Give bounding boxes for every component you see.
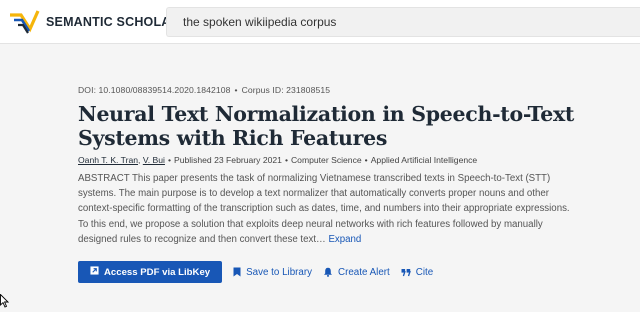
- abstract-text: ABSTRACT This paper presents the task of…: [78, 173, 570, 245]
- corpus-id: Corpus ID: 231808515: [241, 85, 331, 95]
- cite-button[interactable]: Cite: [401, 267, 433, 278]
- create-alert-button[interactable]: Create Alert: [323, 267, 390, 278]
- cite-label: Cite: [415, 266, 434, 278]
- paper-identifiers: DOI: 10.1080/08839514.2020.1842108 • Corpu…: [78, 85, 618, 95]
- author-link[interactable]: V. Bui: [143, 155, 165, 165]
- external-link-icon: [90, 266, 99, 278]
- top-bar: SEMANTIC SCHOLAR: [0, 0, 640, 44]
- separator-dot: •: [234, 85, 238, 95]
- logo-icon: [10, 10, 40, 34]
- separator-dot: •: [167, 155, 171, 165]
- save-to-library-button[interactable]: Save to Library: [233, 267, 312, 278]
- access-pdf-button[interactable]: Access PDF via LibKey: [78, 261, 223, 283]
- paper-title: Neural Text Normalization in Speech-to-T…: [78, 102, 575, 150]
- logo-text: SEMANTIC SCHOLAR: [46, 15, 180, 29]
- bookmark-icon: [233, 267, 241, 277]
- quote-icon: [401, 268, 411, 277]
- separator-dot: •: [284, 155, 288, 165]
- venue: Applied Artificial Intelligence: [370, 155, 478, 165]
- separator-dot: •: [364, 155, 368, 165]
- mouse-pointer-icon: [0, 293, 10, 312]
- search-box[interactable]: [166, 7, 640, 37]
- doi[interactable]: DOI: 10.1080/08839514.2020.1842108: [78, 85, 231, 95]
- abstract: ABSTRACT This paper presents the task of…: [78, 171, 578, 247]
- save-label: Save to Library: [246, 266, 313, 278]
- author-link[interactable]: Oanh T. K. Tran: [78, 155, 138, 165]
- paper-detail: DOI: 10.1080/08839514.2020.1842108 • Corpu…: [78, 56, 618, 247]
- alert-label: Create Alert: [338, 266, 390, 278]
- semantic-scholar-logo[interactable]: SEMANTIC SCHOLAR: [8, 7, 180, 37]
- publication-date: Published 23 February 2021: [173, 155, 282, 165]
- author-line: Oanh T. K. Tran, V. Bui • Published 23 Feb…: [78, 155, 618, 165]
- bell-icon: [323, 267, 333, 277]
- expand-link[interactable]: Expand: [328, 234, 361, 245]
- paper-actions: Access PDF via LibKey Save to Library Cr…: [78, 261, 433, 283]
- field-of-study: Computer Science: [290, 155, 362, 165]
- access-pdf-label: Access PDF via LibKey: [104, 266, 211, 278]
- search-input[interactable]: [167, 8, 640, 36]
